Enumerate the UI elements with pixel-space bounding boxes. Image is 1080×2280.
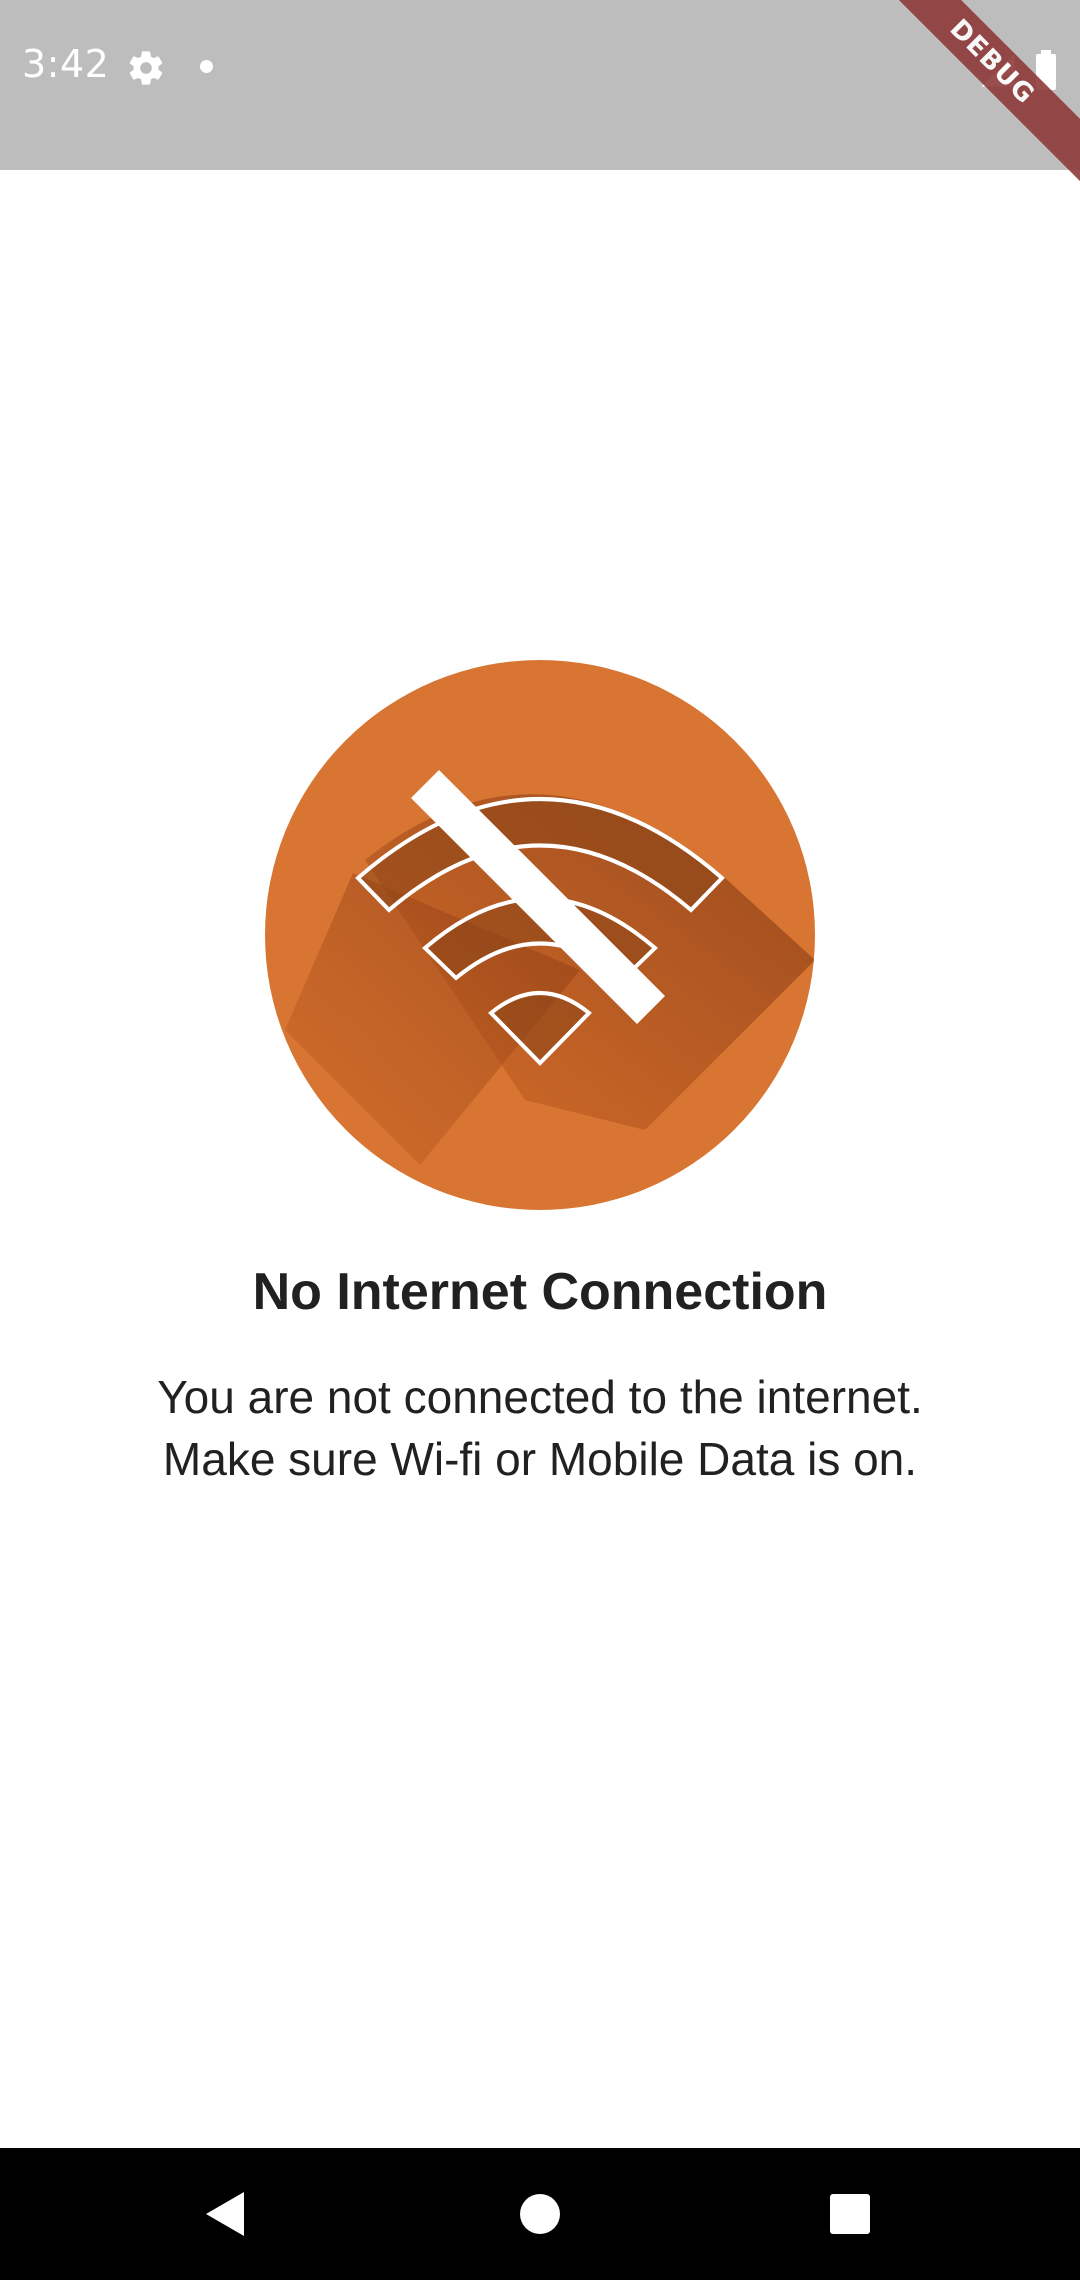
screen: 3:42 DEBUG No Internet Connection You ar… (0, 0, 1080, 2280)
home-icon (520, 2194, 560, 2234)
back-button[interactable] (186, 2174, 266, 2254)
notification-dot-icon (200, 60, 213, 73)
page-title: No Internet Connection (252, 1263, 828, 1321)
recents-button[interactable] (810, 2174, 890, 2254)
status-time: 3:42 (22, 42, 110, 86)
message-line: Make sure Wi-fi or Mobile Data is on. (162, 1433, 918, 1485)
back-icon (206, 2192, 244, 2236)
recents-icon (830, 2194, 870, 2234)
status-bar: 3:42 DEBUG (0, 0, 1080, 184)
wifi-off-illustration (265, 660, 815, 1210)
status-message: You are not connected to the internet. M… (0, 1366, 1080, 1490)
message-line: You are not connected to the internet. (157, 1371, 923, 1423)
gear-icon (129, 51, 163, 85)
navigation-bar (0, 2148, 1080, 2280)
home-button[interactable] (500, 2174, 580, 2254)
debug-banner: DEBUG (870, 0, 1080, 184)
